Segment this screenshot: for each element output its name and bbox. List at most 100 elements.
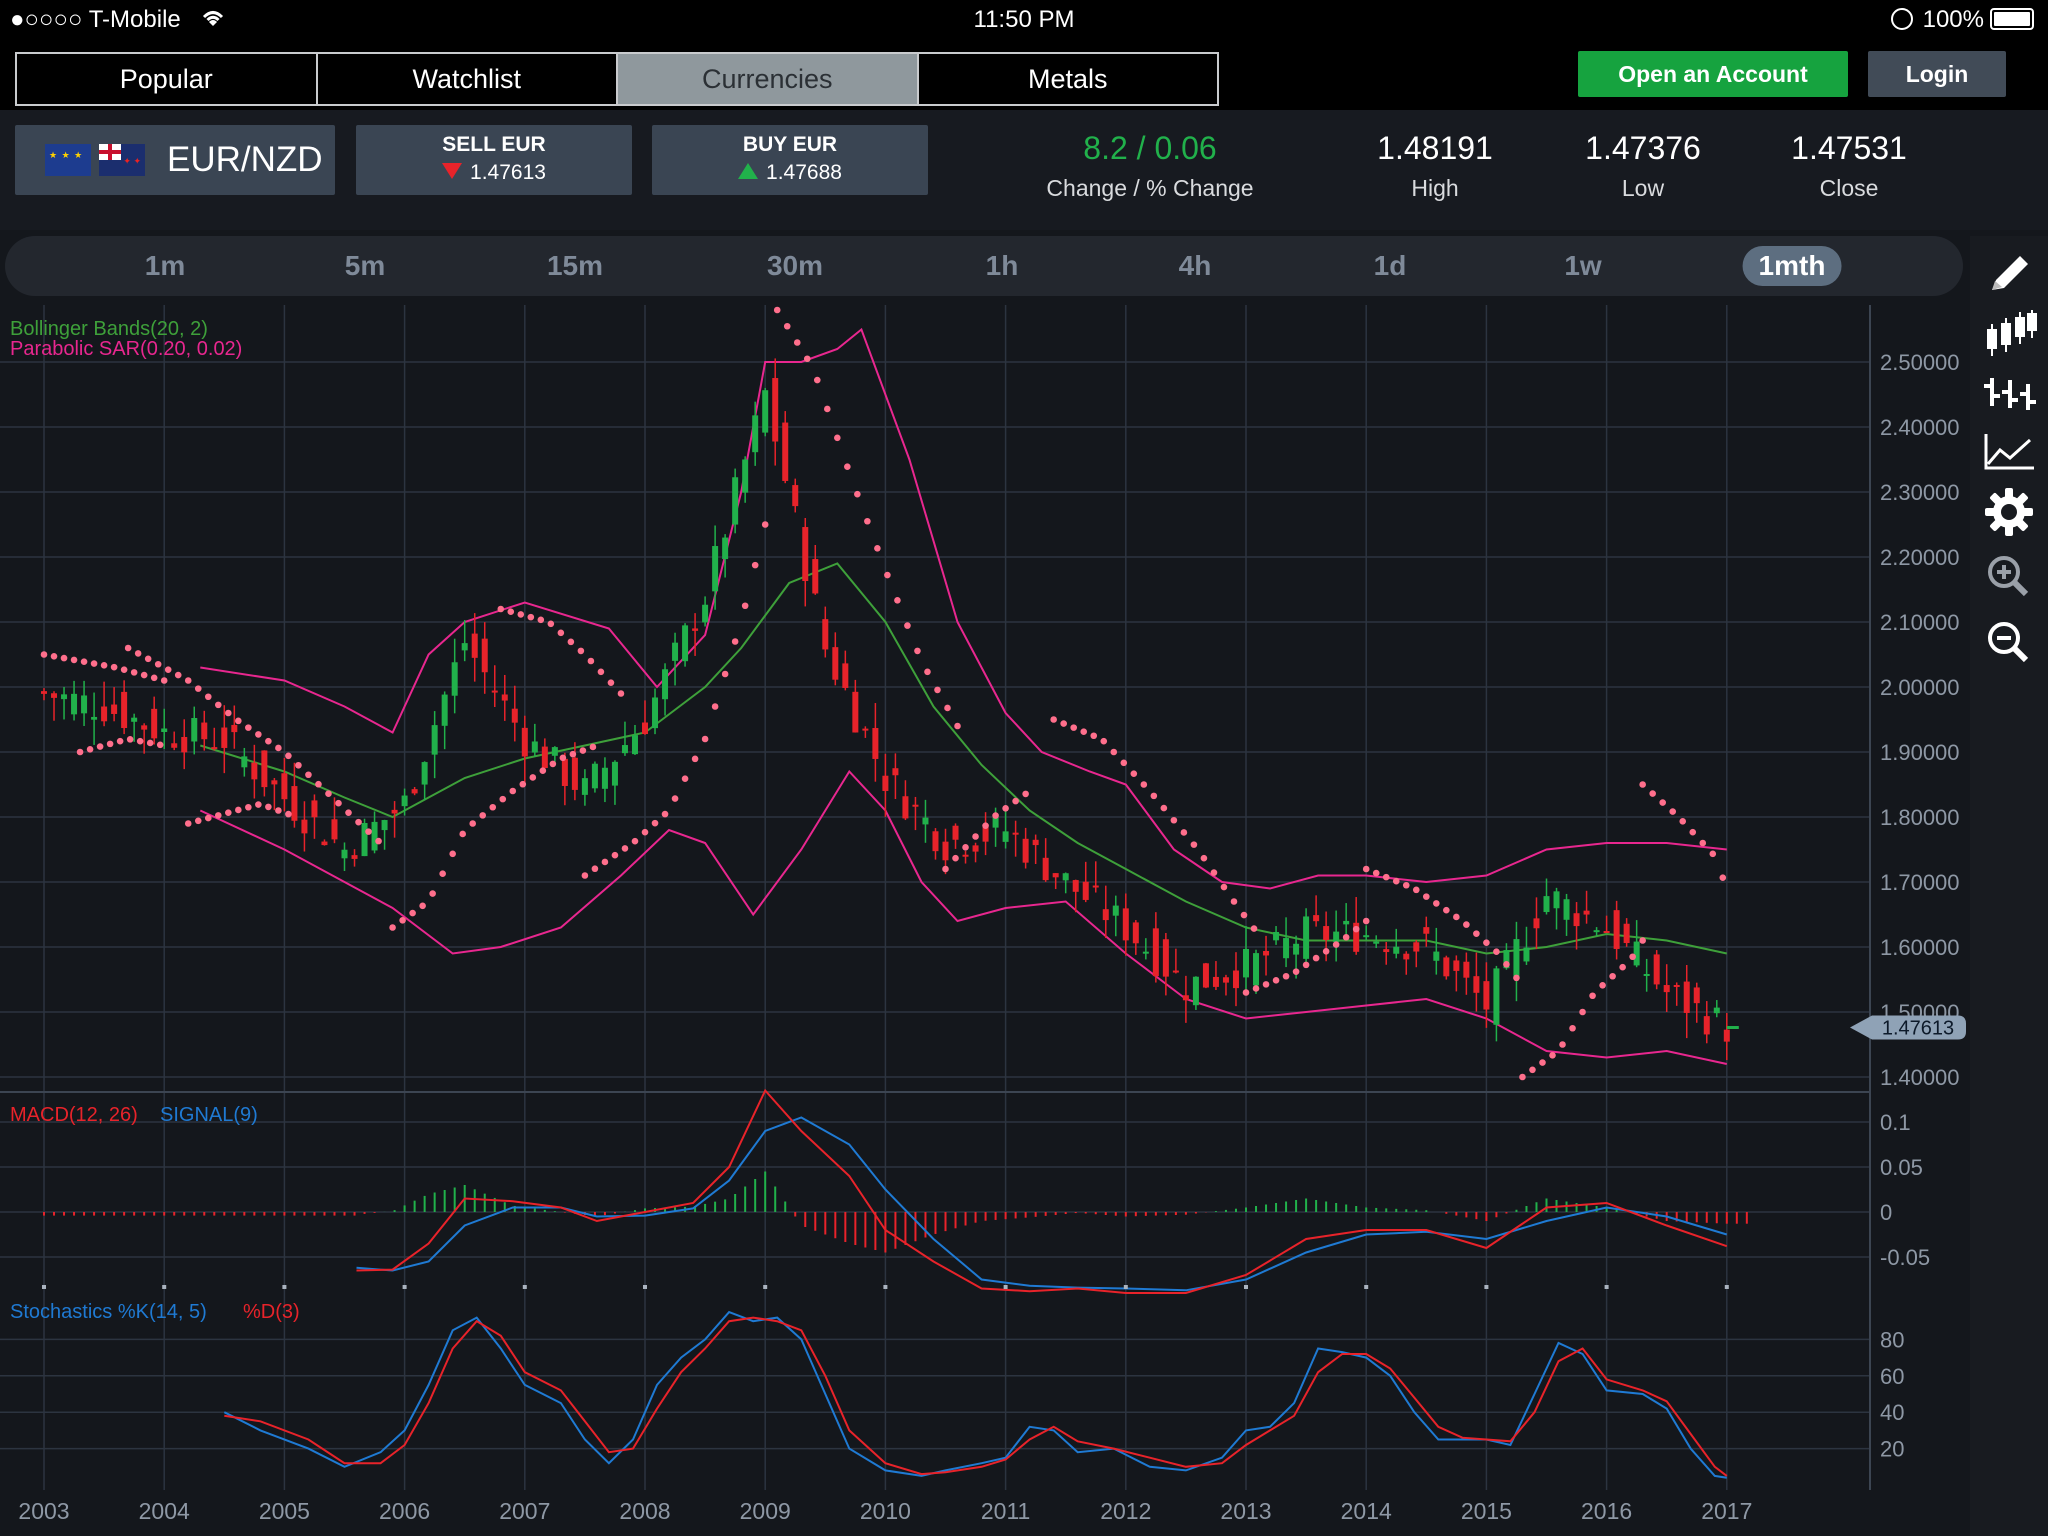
sar-dot bbox=[1302, 961, 1310, 969]
panel-handle-dot bbox=[1724, 1285, 1729, 1289]
zoom-out-icon[interactable] bbox=[1978, 616, 2040, 668]
candle-body bbox=[1002, 831, 1009, 842]
timeframe-5m[interactable]: 5m bbox=[345, 246, 385, 286]
candle-body bbox=[161, 728, 168, 732]
sar-dot bbox=[1679, 818, 1687, 825]
candlestick-icon[interactable] bbox=[1978, 308, 2040, 360]
panel-handle-dot bbox=[883, 1285, 888, 1289]
sar-dot bbox=[1569, 1024, 1576, 1032]
line-chart-icon[interactable] bbox=[1978, 426, 2040, 478]
currency-pair-selector[interactable]: EUR/NZD bbox=[15, 125, 335, 195]
price-tick-label: 1.60000 bbox=[1880, 935, 1960, 960]
candle-body bbox=[1623, 923, 1630, 944]
x-tick-label: 2013 bbox=[1220, 1498, 1271, 1524]
sar-dot bbox=[597, 668, 605, 676]
tab-popular[interactable]: Popular bbox=[17, 54, 318, 104]
sar-dot bbox=[214, 701, 222, 709]
sar-dot bbox=[924, 668, 931, 676]
candle-body bbox=[832, 647, 839, 680]
sar-dot bbox=[499, 795, 507, 803]
candle-body bbox=[1383, 949, 1390, 953]
tab-watchlist[interactable]: Watchlist bbox=[318, 54, 618, 104]
price-tick-label: 1.90000 bbox=[1880, 740, 1960, 765]
close-stat: 1.47531 Close bbox=[1784, 130, 1914, 202]
login-button[interactable]: Login bbox=[1868, 51, 2006, 97]
timeframe-1w[interactable]: 1w bbox=[1564, 246, 1601, 286]
sar-dot bbox=[517, 611, 525, 618]
price-tick-label: 2.40000 bbox=[1880, 415, 1960, 440]
stoch-tick-label: 80 bbox=[1880, 1327, 1904, 1352]
change-value: 8.2 / 0.06 bbox=[1083, 130, 1217, 166]
candle-body bbox=[912, 804, 919, 807]
timeframe-1m[interactable]: 1m bbox=[145, 246, 185, 286]
candle-body bbox=[251, 762, 258, 780]
candle-body bbox=[1022, 838, 1029, 863]
candle-body bbox=[932, 831, 939, 852]
sar-dot bbox=[275, 744, 282, 752]
stoch-k-label: Stochastics %K(14, 5) bbox=[10, 1301, 207, 1323]
chart-toolbar bbox=[1970, 236, 2048, 1536]
candle-body bbox=[371, 821, 378, 851]
candle-body bbox=[1222, 977, 1229, 983]
timeframe-15m[interactable]: 15m bbox=[547, 246, 603, 286]
candle-body bbox=[772, 378, 779, 442]
sar-dot bbox=[793, 339, 801, 346]
candle-body bbox=[571, 757, 578, 790]
open-account-button[interactable]: Open an Account bbox=[1578, 51, 1848, 97]
sar-dot bbox=[942, 865, 949, 873]
panel-handle-dot bbox=[1484, 1285, 1489, 1289]
candle-body bbox=[331, 819, 338, 840]
candle-body bbox=[862, 728, 869, 731]
candle-body bbox=[1082, 881, 1089, 900]
candle-body bbox=[461, 643, 468, 651]
price-tick-label: 2.00000 bbox=[1880, 675, 1960, 700]
candle-body bbox=[1423, 927, 1430, 934]
pencil-icon[interactable] bbox=[1978, 250, 2040, 302]
zoom-in-icon[interactable] bbox=[1978, 550, 2040, 602]
buy-button[interactable]: BUY EUR 1.47688 bbox=[652, 125, 928, 195]
settings-gear-icon[interactable] bbox=[1978, 486, 2040, 538]
timeframe-30m[interactable]: 30m bbox=[767, 246, 823, 286]
sar-dot bbox=[265, 803, 272, 811]
candle-body bbox=[842, 663, 849, 688]
candle-body bbox=[652, 697, 659, 729]
sar-dot bbox=[154, 660, 162, 668]
sar-dot bbox=[1160, 804, 1168, 812]
sar-dot bbox=[1689, 828, 1697, 836]
candle-body bbox=[1693, 987, 1700, 1004]
price-chart[interactable]: 2003 2004 2005 2006 2007 2008 2009 2010 2011 2012… bbox=[0, 305, 1970, 1536]
sar-dot bbox=[335, 799, 342, 807]
tab-currencies[interactable]: Currencies bbox=[618, 54, 919, 104]
sar-dot bbox=[76, 748, 84, 756]
candle-body bbox=[1683, 981, 1690, 1013]
candle-body bbox=[201, 722, 208, 740]
candle-body bbox=[381, 820, 388, 831]
sar-dot bbox=[365, 828, 372, 835]
timeframe-1d[interactable]: 1d bbox=[1374, 246, 1407, 286]
sar-dot bbox=[479, 812, 487, 819]
stoch-tick-label: 20 bbox=[1880, 1437, 1904, 1462]
sar-dot bbox=[1639, 781, 1646, 788]
x-tick-label: 2012 bbox=[1100, 1498, 1151, 1524]
sar-dot bbox=[589, 743, 597, 751]
panel-handle-dot bbox=[402, 1285, 407, 1289]
timeframe-1mth[interactable]: 1mth bbox=[1742, 246, 1842, 286]
sar-dot bbox=[1070, 724, 1078, 731]
sar-dot bbox=[1332, 941, 1340, 948]
close-value: 1.47531 bbox=[1791, 130, 1907, 166]
timeframe-4h[interactable]: 4h bbox=[1179, 246, 1212, 286]
tab-metals[interactable]: Metals bbox=[919, 54, 1218, 104]
panel-handle-dot bbox=[1364, 1285, 1369, 1289]
timeframe-1h[interactable]: 1h bbox=[986, 246, 1019, 286]
sar-dot bbox=[1312, 954, 1320, 962]
sar-dot bbox=[549, 760, 557, 768]
candle-body bbox=[141, 725, 148, 730]
sar-dot bbox=[409, 909, 416, 917]
candle-body bbox=[1192, 976, 1199, 1006]
sell-button[interactable]: SELL EUR 1.47613 bbox=[356, 125, 632, 195]
sar-dot bbox=[1362, 917, 1370, 925]
candle-body bbox=[561, 758, 568, 786]
ohlc-bars-icon[interactable] bbox=[1978, 366, 2040, 418]
candle-body bbox=[1232, 970, 1239, 989]
candle-body bbox=[732, 477, 739, 525]
